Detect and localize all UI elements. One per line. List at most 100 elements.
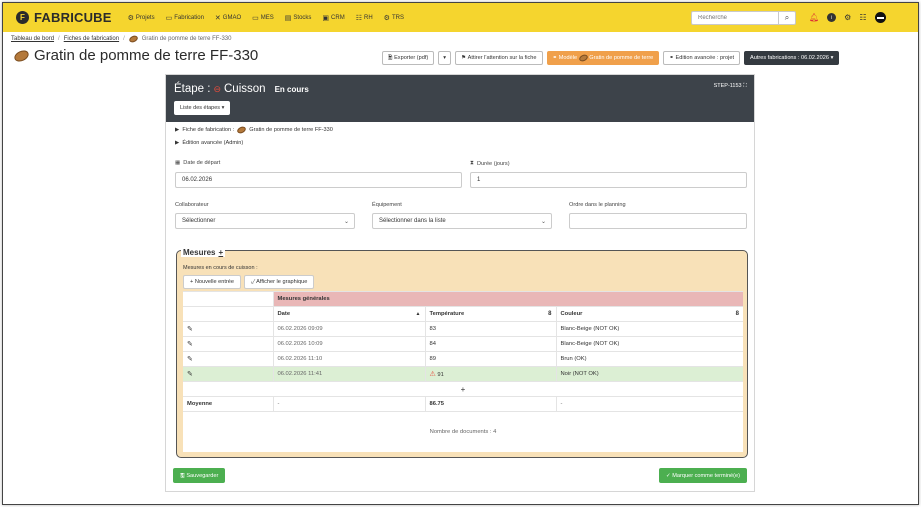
nav-label: Fabrication xyxy=(174,14,204,21)
duration-text: Durée (jours) xyxy=(476,160,510,167)
done-label: Marquer comme terminé(e) xyxy=(672,472,740,479)
breadcrumb-separator: / xyxy=(123,36,125,42)
edit-icon[interactable]: ✎ xyxy=(187,356,193,363)
avatar[interactable] xyxy=(874,12,886,23)
search-input[interactable] xyxy=(692,12,778,24)
cell-color: Brun (OK) xyxy=(556,351,743,367)
no-entry-icon: ⊖ xyxy=(213,83,221,94)
breadcrumb-list-link[interactable]: Fiches de fabrication xyxy=(64,36,119,42)
col-header-temp[interactable]: Température 8 xyxy=(425,306,557,322)
step-list-label: Liste des étapes xyxy=(180,105,221,111)
col-temp-label: Température xyxy=(429,311,465,317)
info-icon[interactable]: i xyxy=(827,13,837,22)
duration-field[interactable]: 1 xyxy=(470,172,747,188)
advanced-edit-toggle[interactable]: ▶ Édition avancée (Admin) xyxy=(175,140,243,146)
nav-item-projets[interactable]: ⚙ Projets xyxy=(128,14,155,22)
table-cell: ✎ xyxy=(183,351,274,367)
breadcrumb-separator: / xyxy=(58,36,60,42)
cell-temp: 84 xyxy=(425,336,557,352)
nav-item-rh[interactable]: ☷ RH xyxy=(356,14,373,22)
edit-icon[interactable]: ✎ xyxy=(187,326,193,333)
flag-icon: ⚑ xyxy=(461,55,468,61)
expand-icon[interactable]: ⛶ xyxy=(743,83,747,89)
col-date-label: Date xyxy=(277,311,291,317)
step-card: Étape : ⊖ Cuisson En cours STEP-1153 ⛶ L… xyxy=(165,74,755,492)
col-header-date[interactable]: Date ▲ xyxy=(273,306,426,322)
cell-date: 06.02.2026 09:09 xyxy=(273,321,426,337)
other-fabrications-button[interactable]: Autres fabrications : 06.02.2026 ▾ xyxy=(744,51,840,65)
triangle-right-icon: ▶ xyxy=(175,127,180,133)
tools-icon: ✕ xyxy=(214,14,221,22)
nav-item-crm[interactable]: ▣ CRM xyxy=(322,14,344,22)
breadcrumb-home-link[interactable]: Tableau de bord xyxy=(11,36,54,42)
edit-icon[interactable]: ✎ xyxy=(187,341,193,348)
nav-item-mes[interactable]: ▭ MES xyxy=(252,14,274,22)
chevron-down-icon: ⌄ xyxy=(343,218,349,225)
table-cell: ✎ xyxy=(183,321,274,337)
equipment-value: Sélectionner dans la liste xyxy=(379,218,446,224)
cell-date: 06.02.2026 10:09 xyxy=(273,336,426,352)
step-list-button[interactable]: Liste des étapes ▾ xyxy=(174,101,231,115)
brand[interactable]: F FABRICUBE xyxy=(16,10,112,25)
step-prefix: Étape : xyxy=(174,83,211,95)
fiche-details-toggle[interactable]: ▶ Fiche de fabrication : Gratin de pomme… xyxy=(175,125,333,135)
model-button[interactable]: ⚭ Modèle Gratin de pomme de terre xyxy=(546,51,660,65)
potato-icon xyxy=(236,125,248,135)
folder-icon: ▭ xyxy=(165,14,173,22)
step-name: Cuisson xyxy=(224,83,266,95)
nav-item-fabrication[interactable]: ▭ Fabrication xyxy=(166,14,204,22)
users-icon[interactable]: ☷ xyxy=(859,13,866,22)
add-row-button[interactable]: + xyxy=(183,381,743,397)
nav-item-gmao[interactable]: ✕ GMAO xyxy=(215,14,241,22)
step-title: Étape : ⊖ Cuisson En cours xyxy=(174,83,309,95)
nav-label: MES xyxy=(260,14,274,21)
step-id: STEP-1153 ⛶ xyxy=(714,83,747,90)
measures-title: Mesures + xyxy=(181,248,226,257)
folder-icon: ▭ xyxy=(252,14,259,22)
average-temp: 86.75 xyxy=(425,396,557,412)
attention-button[interactable]: ⚑ Attirer l'attention sur la fiche xyxy=(455,51,543,65)
search-icon[interactable]: ⌕ xyxy=(778,12,795,24)
collaborator-label: Collaborateur xyxy=(175,202,209,208)
mark-done-button[interactable]: ✓ Marquer comme terminé(e) xyxy=(658,468,747,483)
export-dropdown-button[interactable]: ▾ xyxy=(438,51,452,65)
add-measure-icon[interactable]: + xyxy=(218,248,223,257)
order-field[interactable] xyxy=(569,213,747,229)
advanced-label: Edition avancée : projet xyxy=(675,55,735,61)
nav-label: GMAO xyxy=(222,14,242,21)
save-button[interactable]: 🖫︎ Sauvegarder xyxy=(173,468,226,483)
breadcrumb: Tableau de bord / Fiches de fabrication … xyxy=(11,34,231,44)
show-chart-button[interactable]: ⌞⁄ Afficher le graphique xyxy=(244,275,315,289)
sort-up-icon: ▲ xyxy=(415,311,421,317)
page-title-text: Gratin de pomme de terre FF-330 xyxy=(34,47,259,64)
step-header: Étape : ⊖ Cuisson En cours STEP-1153 ⛶ L… xyxy=(166,75,754,122)
measures-panel: Mesures + Mesures en cours de cuisson : … xyxy=(176,248,748,458)
col-header-color[interactable]: Couleur 8 xyxy=(556,306,743,322)
nav-label: TRS xyxy=(391,14,404,21)
start-date-field[interactable]: 06.02.2026 xyxy=(175,172,462,188)
table-row: ✎ 06.02.2026 11:41 ⚠ 91 Noir (NOT OK) xyxy=(183,366,743,382)
measures-title-text: Mesures xyxy=(183,248,216,257)
advanced-edit-button[interactable]: ⚭ Edition avancée : projet xyxy=(663,51,741,65)
cell-color: Blanc-Beige (NOT OK) xyxy=(556,321,743,337)
projets-icon: ⚙ xyxy=(127,14,134,22)
collaborator-select[interactable]: Sélectionner ⌄ xyxy=(175,213,355,229)
page-title: Gratin de pomme de terre FF-330 xyxy=(12,47,259,64)
crm-icon: ▣ xyxy=(322,14,330,22)
table-cell xyxy=(183,306,274,322)
cell-temp: 89 xyxy=(425,351,557,367)
gear-icon[interactable]: ⚙ xyxy=(844,13,851,22)
bell-icon[interactable]: 🔔︎ xyxy=(809,13,819,22)
col-color-count: 8 xyxy=(735,311,739,317)
nav-item-trs[interactable]: ⚙ TRS xyxy=(384,14,404,22)
document-count: Nombre de documents : 4 xyxy=(183,411,743,452)
export-pdf-button[interactable]: 🗎︎ Exporter (pdf) xyxy=(382,51,435,65)
brand-name: FABRICUBE xyxy=(34,10,112,25)
potato-icon xyxy=(577,53,589,63)
equipment-select[interactable]: Sélectionner dans la liste ⌄ xyxy=(372,213,552,229)
edit-icon[interactable]: ✎ xyxy=(187,371,193,378)
brand-logo-icon: F xyxy=(16,11,29,24)
nav-item-stocks[interactable]: ▤ Stocks xyxy=(285,14,312,22)
new-entry-button[interactable]: + Nouvelle entrée xyxy=(183,275,242,289)
step-status: En cours xyxy=(274,84,309,94)
